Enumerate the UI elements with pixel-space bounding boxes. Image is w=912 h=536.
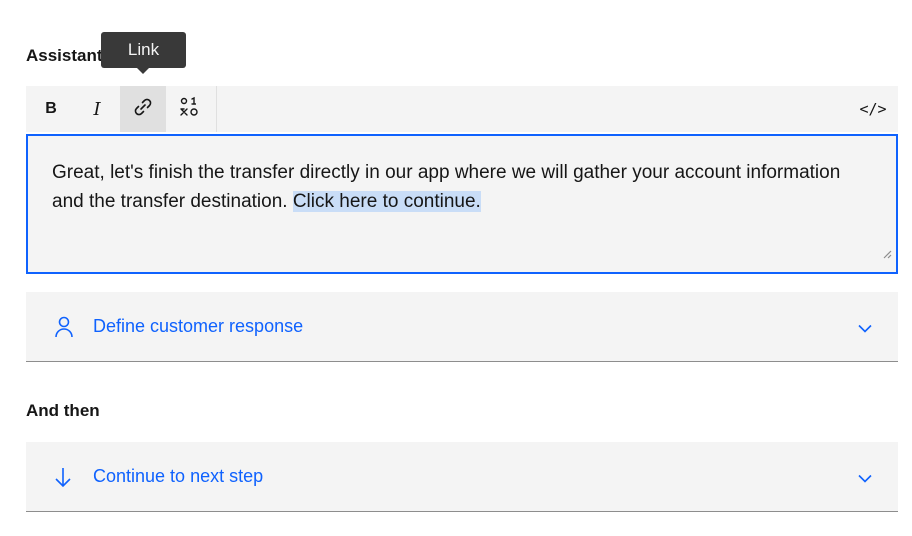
link-button[interactable]: [120, 86, 166, 132]
bold-label: B: [45, 100, 57, 117]
arrow-down-icon: [54, 466, 72, 493]
chevron-down-icon: [858, 320, 872, 338]
and-then-heading: And then: [26, 401, 100, 420]
italic-button[interactable]: I: [74, 86, 120, 132]
link-tooltip: Link: [101, 32, 186, 74]
variable-icon: [178, 96, 200, 123]
user-icon: [54, 316, 74, 343]
continue-to-next-step-accordion[interactable]: Continue to next step: [26, 442, 898, 512]
bold-button[interactable]: B: [28, 86, 74, 132]
resize-handle-icon[interactable]: [882, 239, 892, 268]
insert-variable-button[interactable]: [166, 86, 212, 132]
define-customer-response-accordion[interactable]: Define customer response: [26, 292, 898, 362]
code-view-button[interactable]: </>: [850, 86, 896, 132]
selected-link-text[interactable]: Click here to continue.: [292, 191, 481, 212]
toolbar-divider: [216, 86, 217, 132]
rich-text-toolbar: B I </>: [26, 86, 898, 132]
code-icon: </>: [859, 100, 887, 118]
italic-label: I: [93, 98, 101, 120]
continue-to-next-step-label: Continue to next step: [93, 466, 264, 486]
link-icon: [132, 96, 154, 123]
define-customer-response-label: Define customer response: [93, 316, 304, 336]
assistant-message-editor[interactable]: Great, let's finish the transfer directl…: [26, 134, 898, 274]
chevron-down-icon: [858, 470, 872, 488]
